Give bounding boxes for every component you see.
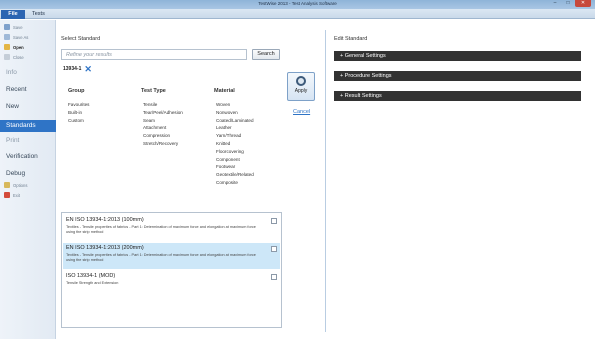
sidebar-item-recent[interactable]: Recent xyxy=(6,86,27,93)
test-type-column-header: Test Type xyxy=(141,88,166,94)
result-title: ISO 13934-1 (MOD) xyxy=(66,273,116,279)
search-input[interactable]: Refine your results xyxy=(61,49,247,60)
sidebar-item-debug[interactable]: Debug xyxy=(6,170,25,177)
group-column-header: Group xyxy=(68,88,85,94)
list-item[interactable]: EN ISO 13934-1:2013 (100mm) Textiles - T… xyxy=(63,215,280,241)
result-title: EN ISO 13934-1:2013 (100mm) xyxy=(66,217,144,223)
apply-label: Apply xyxy=(294,88,308,94)
list-item[interactable]: Stretch/Recovery xyxy=(143,140,183,148)
list-item[interactable]: Geotextile/Related xyxy=(216,171,254,179)
sidebar-item-save-as[interactable]: Save As xyxy=(4,34,28,40)
filter-token-label: 13934-1 xyxy=(63,66,82,72)
save-as-icon xyxy=(4,34,10,40)
close-document-icon xyxy=(4,54,10,60)
remove-filter-icon[interactable]: ✕ xyxy=(84,65,92,74)
result-description: Tensile Strength and Extension xyxy=(66,281,119,285)
sidebar-item-new[interactable]: New xyxy=(6,103,19,110)
list-item[interactable]: Yarn/Thread xyxy=(216,132,254,140)
result-title: EN ISO 13934-1:2013 (200mm) xyxy=(66,245,144,251)
select-standard-title: Select Standard xyxy=(61,36,101,42)
favourite-checkbox[interactable] xyxy=(271,246,277,252)
sidebar-item-close[interactable]: Close xyxy=(4,54,24,60)
list-item[interactable]: Tear/Peel/Adhesion xyxy=(143,109,183,117)
sidebar-item-label: Exit xyxy=(13,192,20,198)
favourite-checkbox[interactable] xyxy=(271,274,277,280)
sidebar-item-label: Save As xyxy=(13,34,29,40)
list-item[interactable]: Custom xyxy=(68,117,89,125)
list-item[interactable]: Compression xyxy=(143,132,183,140)
sidebar-item-label: Save xyxy=(13,24,23,30)
list-item[interactable]: Woven xyxy=(216,101,254,109)
list-item[interactable]: Floorcovering xyxy=(216,148,254,156)
tests-tab[interactable]: Tests xyxy=(27,10,50,19)
sidebar-item-print[interactable]: Print xyxy=(6,137,19,144)
sidebar-item-info[interactable]: Info xyxy=(6,69,17,76)
result-settings-expander[interactable]: + Result Settings xyxy=(334,91,581,101)
general-settings-expander[interactable]: + General Settings xyxy=(334,51,581,61)
procedure-settings-expander[interactable]: + Procedure Settings xyxy=(334,71,581,81)
material-column-header: Material xyxy=(214,88,235,94)
sidebar-item-options[interactable]: Options xyxy=(4,182,27,188)
window-controls: – □ ✕ xyxy=(549,0,591,8)
save-icon xyxy=(4,24,10,30)
result-description: Textiles - Tensile properties of fabrics… xyxy=(66,253,256,262)
cancel-link[interactable]: Cancel xyxy=(293,109,310,115)
window-title: TestWise 2013 - Test Analysis Software xyxy=(258,1,337,6)
filter-token: 13934-1 ✕ xyxy=(63,65,92,74)
list-item[interactable]: Nonwoven xyxy=(216,109,254,117)
menu-bar: File Tests xyxy=(0,9,595,19)
close-window-button[interactable]: ✕ xyxy=(575,0,591,7)
file-tab[interactable]: File xyxy=(1,10,25,19)
sidebar-item-label: Open xyxy=(13,44,24,50)
apply-gauge-icon xyxy=(296,76,306,86)
standards-results-list: EN ISO 13934-1:2013 (100mm) Textiles - T… xyxy=(61,212,282,328)
result-description: Textiles - Tensile properties of fabrics… xyxy=(66,225,256,234)
maximize-button[interactable]: □ xyxy=(562,0,574,7)
list-item[interactable]: Seam xyxy=(143,117,183,125)
list-item[interactable]: Footwear xyxy=(216,163,254,171)
open-folder-icon xyxy=(4,44,10,50)
sidebar-item-verification[interactable]: Verification xyxy=(6,153,38,160)
sidebar-item-open[interactable]: Open xyxy=(4,44,24,50)
sidebar-item-standards[interactable]: Standards xyxy=(0,120,56,132)
apply-button[interactable]: Apply xyxy=(287,72,315,101)
group-list: Favourites Built-in Custom xyxy=(68,101,89,124)
sidebar-item-exit[interactable]: Exit xyxy=(4,192,20,198)
title-bar: TestWise 2013 - Test Analysis Software –… xyxy=(0,0,595,9)
exit-icon xyxy=(4,192,10,198)
list-item[interactable]: Composite xyxy=(216,179,254,187)
sidebar-item-save[interactable]: Save xyxy=(4,24,23,30)
sidebar-item-label: Options xyxy=(13,182,28,188)
minimize-button[interactable]: – xyxy=(549,0,561,7)
search-button[interactable]: Search xyxy=(252,49,280,60)
edit-standard-title: Edit Standard xyxy=(334,36,368,42)
panel-divider xyxy=(325,30,326,332)
list-item[interactable]: Favourites xyxy=(68,101,89,109)
test-type-list: Tensile Tear/Peel/Adhesion Seam Attachme… xyxy=(143,101,183,148)
list-item[interactable]: Component xyxy=(216,156,254,164)
list-item[interactable]: Tensile xyxy=(143,101,183,109)
backstage-sidebar: Save Save As Open Close Info Recent New … xyxy=(0,20,56,339)
list-item[interactable]: EN ISO 13934-1:2013 (200mm) Textiles - T… xyxy=(63,243,280,269)
list-item[interactable]: Knitted xyxy=(216,140,254,148)
list-item[interactable]: Attachment xyxy=(143,124,183,132)
favourite-checkbox[interactable] xyxy=(271,218,277,224)
list-item[interactable]: Built-in xyxy=(68,109,89,117)
options-icon xyxy=(4,182,10,188)
list-item[interactable]: Coated/Laminated xyxy=(216,117,254,125)
list-item[interactable]: Leather xyxy=(216,124,254,132)
material-list: Woven Nonwoven Coated/Laminated Leather … xyxy=(216,101,254,187)
sidebar-item-label: Close xyxy=(13,54,24,60)
list-item[interactable]: ISO 13934-1 (MOD) Tensile Strength and E… xyxy=(63,271,280,297)
